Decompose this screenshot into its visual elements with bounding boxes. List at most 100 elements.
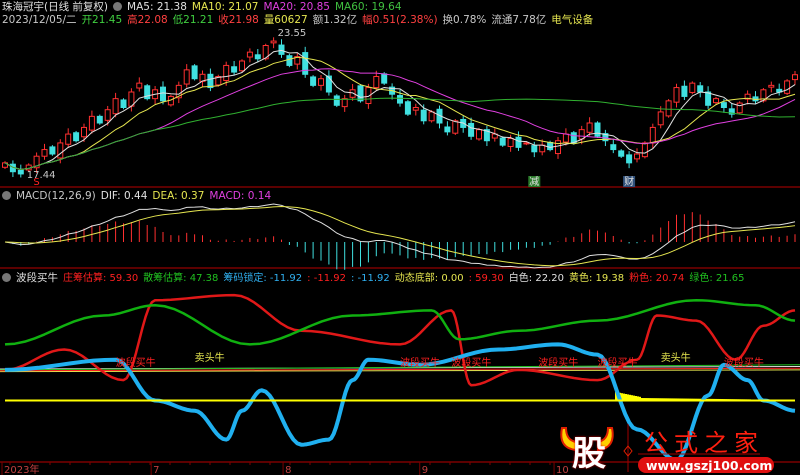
quote-value: 低21.21: [172, 14, 214, 26]
candle-body: [531, 145, 538, 153]
candle-body: [17, 169, 24, 175]
candle-body: [562, 133, 569, 143]
candle-body: [373, 76, 380, 89]
candle-body: [649, 126, 656, 144]
candle-body: [112, 98, 119, 115]
dropdown-icon[interactable]: [2, 273, 11, 282]
stock-title[interactable]: 珠海冠宇(日线 前复权): [2, 1, 108, 13]
candle-body: [736, 102, 743, 114]
indicator-value: 黄色: 19.38: [568, 273, 625, 284]
dropdown-icon[interactable]: [2, 191, 11, 200]
logo-name: 公式之家: [644, 429, 764, 457]
x-axis-label: 9: [422, 465, 428, 475]
indicator-value: : 59.30: [468, 273, 504, 284]
candle-body: [397, 95, 403, 104]
macd-value: DEA: 0.37: [152, 190, 205, 202]
quote-row: 2023/12/05/二 开21.45 高22.08 低21.21 收21.98 量606…: [2, 14, 598, 26]
candle-body: [681, 85, 688, 97]
signal-label: 卖头牛: [195, 351, 225, 364]
candle-body: [231, 66, 238, 73]
ma-value: MA10: 21.07: [191, 1, 259, 13]
candle-body: [641, 142, 648, 158]
candle-body: [65, 133, 72, 145]
candle-body: [657, 111, 664, 126]
candle-body: [270, 40, 277, 44]
candle-body: [96, 115, 103, 124]
macd-value: DIF: 0.44: [100, 190, 148, 202]
indicator-value: 庄筹估算: 59.30: [63, 273, 139, 284]
x-axis-label: 7: [153, 465, 159, 475]
signal-label: 波段买牛: [724, 356, 764, 369]
candle-body: [768, 84, 775, 88]
candle-body: [468, 122, 475, 137]
candle-body: [610, 144, 617, 151]
candle-body: [404, 101, 411, 115]
candle-body: [286, 55, 293, 66]
candle-body: [499, 137, 506, 146]
candle-body: [357, 85, 364, 102]
indicator-value: 粉色: 20.74: [629, 273, 685, 284]
candle-body: [325, 75, 332, 93]
candle-body: [515, 136, 522, 148]
price-annotation: 17.44: [27, 170, 56, 181]
candle-body: [49, 146, 56, 155]
candle-body: [318, 78, 324, 86]
macd-title[interactable]: MACD(12,26,9): [16, 190, 96, 202]
dropdown-icon[interactable]: [113, 2, 123, 11]
candle-body: [523, 142, 530, 145]
candle-body: [507, 138, 514, 147]
logo-char: 股: [572, 434, 606, 474]
candle-body: [239, 60, 245, 72]
candle-body: [41, 149, 48, 157]
candle-body: [81, 126, 87, 138]
series-line-1: [4, 298, 796, 346]
candle-body: [381, 73, 388, 84]
candle-body: [720, 102, 727, 108]
candle-body: [254, 54, 261, 60]
quote-value: 2023/12/05/二: [2, 14, 77, 26]
candle-body: [160, 86, 166, 102]
candle-body: [689, 82, 696, 93]
candle-body: [428, 111, 435, 122]
price-annotation: 23.55: [278, 28, 307, 39]
indicator-title[interactable]: 波段买牛: [16, 272, 58, 284]
candle-body: [713, 98, 719, 104]
candle-body: [444, 126, 451, 133]
quote-value: 收21.98: [218, 14, 259, 26]
ma5-line: [4, 49, 796, 171]
candle-body: [547, 141, 554, 151]
event-marker: 减: [529, 176, 539, 188]
candle-body: [697, 85, 704, 93]
quote-value: 电气设备: [551, 14, 594, 26]
candle-body: [88, 115, 95, 131]
ma10-line: [4, 56, 796, 171]
indicator-value: 动态底部: 0.00: [394, 273, 464, 284]
candle-body: [104, 109, 111, 121]
indicator-value: 散筹估算: 47.38: [143, 273, 219, 284]
main-header: 珠海冠宇(日线 前复权) MA5: 21.38 MA10: 21.07 MA20: 2…: [2, 1, 412, 13]
candle-body: [784, 80, 791, 94]
candle-body: [626, 154, 633, 164]
quote-value: 量60627: [263, 14, 308, 26]
quote-value: 开21.45: [81, 14, 123, 26]
signal-label: 卖头牛: [661, 351, 691, 364]
signal-label: 波段买牛: [598, 356, 638, 369]
candle-body: [246, 51, 253, 58]
quote-value: 幅0.51(2.38%): [362, 14, 438, 26]
candle-body: [555, 140, 561, 155]
indicator-value: : -11.92: [350, 273, 390, 284]
watermark-logo: 股 公式之家 www.gszj100.com: [560, 420, 800, 475]
candle-body: [665, 100, 672, 117]
candle-body: [634, 153, 640, 160]
candle-body: [412, 107, 419, 111]
ma-value: MA20: 20.85: [263, 1, 330, 13]
candle-body: [278, 44, 285, 55]
stock-chart[interactable]: 23.5517.44S 减财波段买牛 卖头牛 波段买牛 波段买牛 波段买牛 波段买牛 卖头牛波…: [0, 0, 800, 475]
ma-value: MA60: 19.64: [334, 1, 402, 13]
candle-body: [618, 150, 625, 157]
candle-body: [586, 122, 593, 133]
candle-body: [223, 64, 230, 81]
quote-value: 换0.78%: [442, 14, 487, 26]
candle-body: [191, 65, 198, 80]
macd-value: MACD: 0.14: [209, 190, 272, 202]
